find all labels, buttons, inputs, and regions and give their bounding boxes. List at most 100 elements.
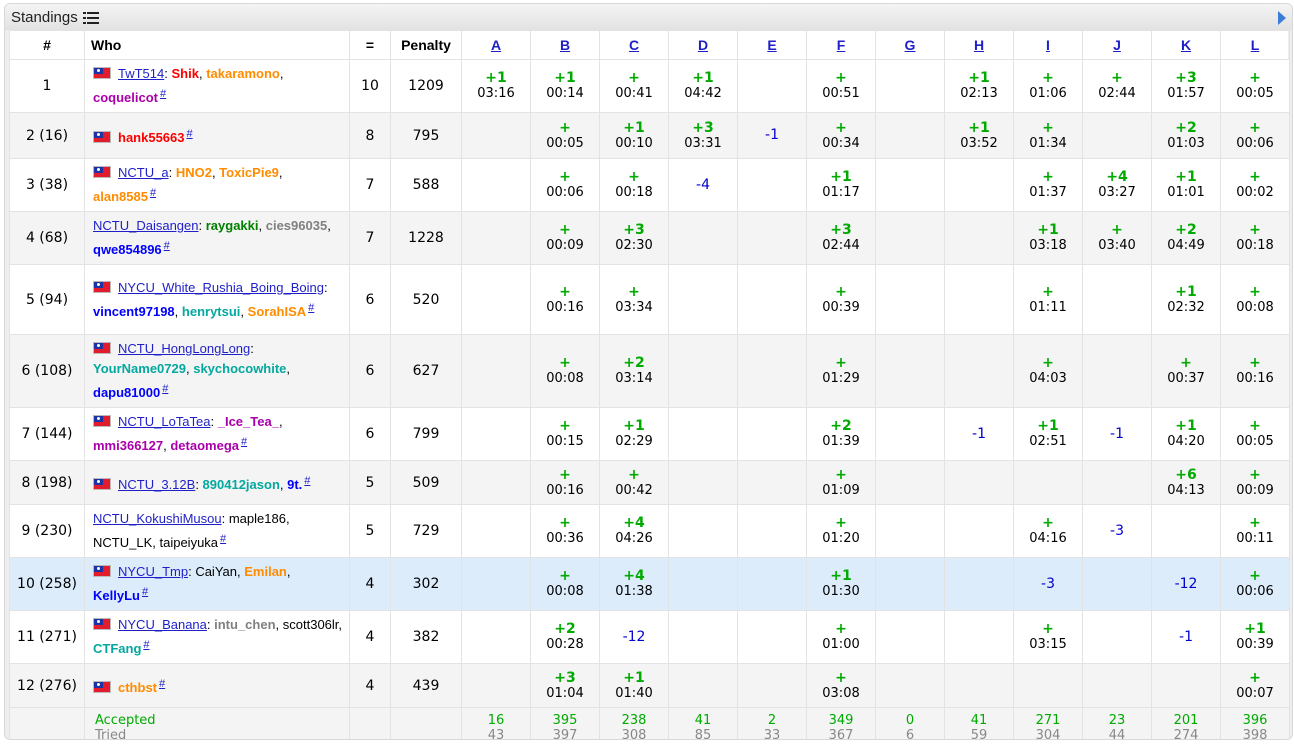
member-handle[interactable]: taipeiyuka xyxy=(159,535,218,550)
problem-cell-d[interactable] xyxy=(668,504,738,558)
problem-cell-k[interactable] xyxy=(1151,504,1221,558)
problem-cell-j[interactable] xyxy=(1082,460,1152,505)
problem-cell-i[interactable]: +01:06 xyxy=(1013,59,1083,113)
party-link[interactable]: # xyxy=(164,240,170,252)
problem-cell-f[interactable]: +1 01:30 xyxy=(806,557,876,611)
problem-cell-e[interactable] xyxy=(737,663,807,708)
problem-cell-c[interactable]: +1 02:29 xyxy=(599,407,669,461)
problem-cell-h[interactable]: +1 02:13 xyxy=(944,59,1014,113)
member-handle[interactable]: scott306lr xyxy=(283,617,339,632)
member-handle[interactable]: vincent97198 xyxy=(93,304,175,319)
problem-cell-d[interactable] xyxy=(668,557,738,611)
problem-cell-j[interactable]: +4 03:27 xyxy=(1082,158,1152,212)
problem-cell-h[interactable] xyxy=(944,663,1014,708)
problem-cell-h[interactable] xyxy=(944,158,1014,212)
problem-cell-i[interactable]: +01:34 xyxy=(1013,112,1083,159)
problem-cell-f[interactable]: +03:08 xyxy=(806,663,876,708)
member-handle[interactable]: 9t. xyxy=(287,477,302,492)
problem-cell-i[interactable]: +01:11 xyxy=(1013,264,1083,335)
problem-cell-a[interactable] xyxy=(461,334,531,408)
problem-link-b[interactable]: B xyxy=(560,37,570,53)
problem-cell-d[interactable]: -4 xyxy=(668,158,738,212)
problem-cell-g[interactable] xyxy=(875,334,945,408)
problem-cell-b[interactable]: +00:08 xyxy=(530,557,600,611)
problem-cell-l[interactable]: +00:07 xyxy=(1220,663,1290,708)
team-name-link[interactable]: NCTU_KokushiMusou xyxy=(93,511,222,526)
problem-cell-j[interactable] xyxy=(1082,610,1152,664)
problem-cell-d[interactable] xyxy=(668,264,738,335)
member-handle[interactable]: intu_chen xyxy=(214,617,275,632)
member-handle[interactable]: CaiYan xyxy=(195,564,237,579)
problem-cell-f[interactable]: +3 02:44 xyxy=(806,211,876,265)
problem-cell-l[interactable]: +00:06 xyxy=(1220,112,1290,159)
problem-cell-f[interactable]: +2 01:39 xyxy=(806,407,876,461)
problem-cell-g[interactable] xyxy=(875,158,945,212)
team-name-link[interactable]: NCTU_LoTaTea xyxy=(118,414,211,429)
problem-cell-g[interactable] xyxy=(875,610,945,664)
member-handle[interactable]: raygakki xyxy=(206,218,259,233)
member-handle[interactable]: HNO2 xyxy=(176,165,212,180)
problem-cell-a[interactable] xyxy=(461,112,531,159)
problem-cell-k[interactable]: +00:37 xyxy=(1151,334,1221,408)
problem-cell-c[interactable]: +3 02:30 xyxy=(599,211,669,265)
problem-cell-l[interactable]: +00:11 xyxy=(1220,504,1290,558)
problem-cell-h[interactable] xyxy=(944,211,1014,265)
member-handle[interactable]: mmi366127 xyxy=(93,438,163,453)
problem-link-e[interactable]: E xyxy=(767,37,776,53)
problem-cell-e[interactable] xyxy=(737,504,807,558)
problem-cell-j[interactable]: -3 xyxy=(1082,504,1152,558)
problem-cell-c[interactable]: +00:18 xyxy=(599,158,669,212)
problem-cell-a[interactable] xyxy=(461,504,531,558)
problem-cell-e[interactable] xyxy=(737,460,807,505)
problem-cell-k[interactable]: +3 01:57 xyxy=(1151,59,1221,113)
problem-cell-e[interactable]: -1 xyxy=(737,112,807,159)
problem-cell-b[interactable]: +1 00:14 xyxy=(530,59,600,113)
party-link[interactable]: # xyxy=(308,302,314,314)
problem-cell-k[interactable]: +1 01:01 xyxy=(1151,158,1221,212)
problem-cell-j[interactable]: -1 xyxy=(1082,407,1152,461)
problem-cell-d[interactable] xyxy=(668,460,738,505)
member-handle[interactable]: 890412jason xyxy=(203,477,280,492)
problem-cell-i[interactable]: +01:37 xyxy=(1013,158,1083,212)
problem-cell-e[interactable] xyxy=(737,407,807,461)
problem-cell-f[interactable]: +00:51 xyxy=(806,59,876,113)
problem-cell-f[interactable]: +01:00 xyxy=(806,610,876,664)
problem-cell-f[interactable]: +00:39 xyxy=(806,264,876,335)
problem-cell-b[interactable]: +2 00:28 xyxy=(530,610,600,664)
problem-cell-k[interactable]: -1 xyxy=(1151,610,1221,664)
problem-cell-j[interactable] xyxy=(1082,663,1152,708)
member-handle[interactable]: cies96035 xyxy=(266,218,327,233)
problem-link-f[interactable]: F xyxy=(837,37,846,53)
problem-cell-d[interactable] xyxy=(668,610,738,664)
problem-link-k[interactable]: K xyxy=(1181,37,1191,53)
problem-cell-h[interactable] xyxy=(944,264,1014,335)
problem-cell-b[interactable]: +00:05 xyxy=(530,112,600,159)
problem-cell-k[interactable]: +1 04:20 xyxy=(1151,407,1221,461)
problem-cell-b[interactable]: +00:16 xyxy=(530,460,600,505)
member-handle[interactable]: coquelicot xyxy=(93,90,158,105)
problem-cell-f[interactable]: +1 01:17 xyxy=(806,158,876,212)
problem-cell-g[interactable] xyxy=(875,663,945,708)
problem-cell-a[interactable] xyxy=(461,557,531,611)
problem-cell-j[interactable] xyxy=(1082,264,1152,335)
problem-cell-g[interactable] xyxy=(875,460,945,505)
member-handle[interactable]: alan8585 xyxy=(93,189,148,204)
problem-cell-f[interactable]: +00:34 xyxy=(806,112,876,159)
team-name-link[interactable]: NYCU_Banana xyxy=(118,617,207,632)
problem-link-g[interactable]: G xyxy=(905,37,916,53)
problem-cell-l[interactable]: +00:02 xyxy=(1220,158,1290,212)
team-name-link[interactable]: NYCU_Tmp xyxy=(118,564,188,579)
problem-cell-k[interactable]: +2 01:03 xyxy=(1151,112,1221,159)
member-handle[interactable]: Emilan xyxy=(244,564,287,579)
problem-cell-j[interactable]: +03:40 xyxy=(1082,211,1152,265)
problem-cell-c[interactable]: +00:41 xyxy=(599,59,669,113)
team-name-link[interactable]: NCTU_a xyxy=(118,165,169,180)
problem-cell-b[interactable]: +00:09 xyxy=(530,211,600,265)
problem-cell-i[interactable]: +1 02:51 xyxy=(1013,407,1083,461)
member-handle[interactable]: maple186 xyxy=(229,511,286,526)
team-name-link[interactable]: NCTU_HongLongLong xyxy=(118,341,250,356)
problem-cell-f[interactable]: +01:20 xyxy=(806,504,876,558)
problem-cell-d[interactable] xyxy=(668,334,738,408)
problem-cell-g[interactable] xyxy=(875,504,945,558)
problem-cell-c[interactable]: +1 00:10 xyxy=(599,112,669,159)
